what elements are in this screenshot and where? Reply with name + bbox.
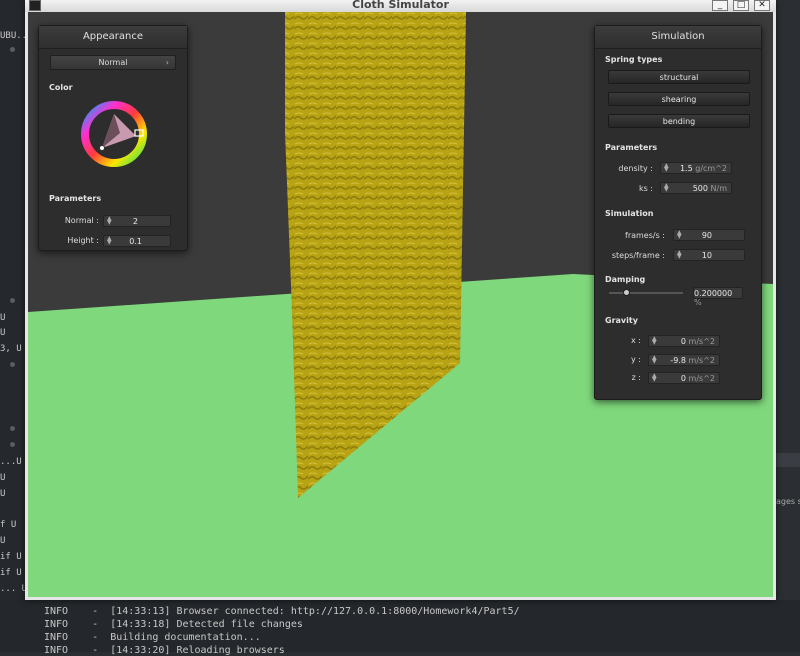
appearance-parameters-label: Parameters [49,194,102,203]
bending-button[interactable]: bending [608,114,750,128]
gravity-z-input[interactable]: ▲ ▼ 0 m/s^2 [648,372,720,384]
damping-label: Damping [605,275,646,284]
damping-value: 0.200000 % [694,289,733,307]
editor-right-edge: ages s [776,0,800,652]
close-button[interactable]: ✕ [754,0,770,11]
gutter-dot [10,442,15,447]
steps-value: 10 [701,251,712,260]
appearance-panel: Appearance Normal › Color Parameters Nor [38,25,188,251]
gravity-z-label: z : [631,373,641,382]
shader-dropdown-value: Normal [98,58,128,67]
gutter-dot [10,426,15,431]
gravity-z-value: 0 m/s^2 [680,374,715,383]
damping-input[interactable]: 0.200000 % [693,287,743,307]
terminal-line: INFO - Building documentation... [44,632,261,643]
density-input[interactable]: ▲ ▼ 1.5 g/cm^2 [660,162,732,174]
spinner-icon[interactable]: ▲ ▼ [652,373,657,383]
ks-input[interactable]: ▲ ▼ 500 N/m [660,182,732,194]
shader-dropdown[interactable]: Normal › [50,55,176,70]
gutter-dot [10,47,15,52]
height-value: 0.1 [129,237,142,246]
spinner-icon[interactable]: ▲ ▼ [664,183,669,193]
gutter-dot [10,362,15,367]
density-value: 1.5 g/cm^2 [679,164,727,173]
gravity-y-value: -9.8 m/s^2 [670,356,715,365]
terminal-line: INFO - [14:33:13] Browser connected: htt… [44,606,520,617]
damping-slider[interactable] [609,289,683,296]
height-label: Height : [67,236,99,245]
spinner-icon[interactable]: ▲ ▼ [677,250,682,260]
spinner-icon[interactable]: ▲ ▼ [652,336,657,346]
appearance-header[interactable]: Appearance [39,26,187,49]
normal-value: 2 [132,217,138,226]
editor-right-text: ages s [776,497,800,506]
minimize-button[interactable]: _ [712,0,728,11]
chevron-right-icon: › [165,58,169,67]
frames-label: frames/s : [625,231,665,240]
spinner-icon[interactable]: ▲ ▼ [652,355,657,365]
normal-input[interactable]: ▲ ▼ 2 [103,215,171,227]
color-label: Color [49,83,73,92]
ks-label: ks : [638,184,653,193]
frames-value: 90 [701,231,712,240]
frames-input[interactable]: ▲ ▼ 90 [673,229,745,241]
gutter-dot [10,298,15,303]
gravity-x-value: 0 m/s^2 [680,337,715,346]
structural-button[interactable]: structural [608,70,750,84]
steps-input[interactable]: ▲ ▼ 10 [673,249,745,261]
simulation-header[interactable]: Simulation [595,26,761,49]
cloth-simulator-window: Cloth Simulator _ □ ✕ Appearance Normal … [25,0,776,600]
height-input[interactable]: ▲ ▼ 0.1 [103,235,171,247]
spring-types-label: Spring types [605,55,663,64]
spinner-icon[interactable]: ▲ ▼ [677,230,682,240]
spinner-icon[interactable]: ▲ ▼ [107,236,112,246]
terminal-line: INFO - [14:33:20] Reloading browsers [44,645,285,656]
terminal-output: INFO - [14:33:13] Browser connected: htt… [0,600,800,656]
gravity-y-label: y : [631,355,641,364]
spinner-icon[interactable]: ▲ ▼ [107,216,112,226]
3d-viewport[interactable]: Appearance Normal › Color Parameters Nor [28,12,773,597]
maximize-button[interactable]: □ [733,0,749,11]
gravity-x-input[interactable]: ▲ ▼ 0 m/s^2 [648,335,720,347]
simulation-section-label: Simulation [605,209,654,218]
simulation-panel: Simulation Spring types structural shear… [594,25,762,400]
sim-parameters-label: Parameters [605,143,658,152]
normal-label: Normal : [64,216,99,225]
ks-value: 500 N/m [692,184,727,193]
gravity-x-label: x : [631,336,641,345]
editor-tab-strip [776,453,800,467]
damping-slider-handle[interactable] [623,289,630,296]
spinner-icon[interactable]: ▲ ▼ [664,163,669,173]
gravity-label: Gravity [605,316,638,325]
window-title: Cloth Simulator [352,0,449,11]
shearing-button[interactable]: shearing [608,92,750,106]
title-bar[interactable]: Cloth Simulator _ □ ✕ [25,0,776,12]
gravity-y-input[interactable]: ▲ ▼ -9.8 m/s^2 [648,354,720,366]
density-label: density : [618,164,653,173]
steps-label: steps/frame : [611,251,665,260]
color-wheel[interactable] [80,100,148,168]
terminal-line: INFO - [14:33:18] Detected file changes [44,619,303,630]
